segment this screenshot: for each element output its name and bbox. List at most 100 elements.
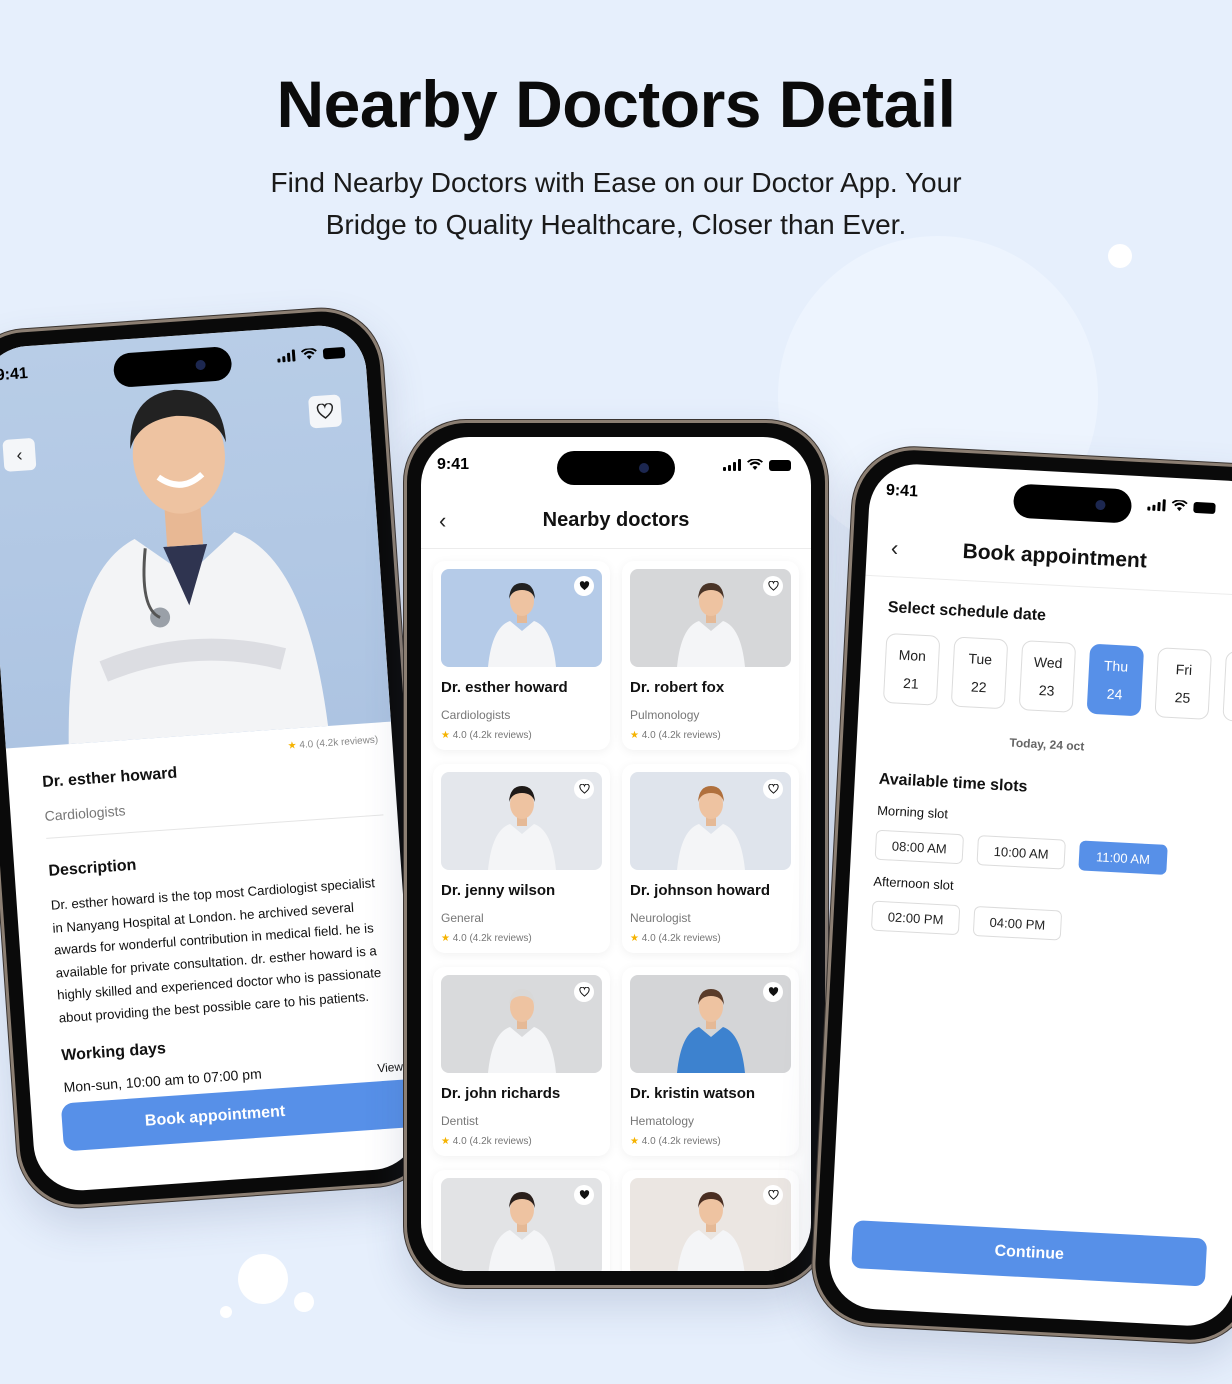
date-option[interactable]: Wed 23 [1018, 640, 1077, 713]
wifi-icon [300, 347, 317, 360]
doctor-portrait-illustration [488, 1192, 555, 1271]
rating: ★ 4.0 (4.2k reviews) [441, 933, 602, 944]
day-date: 22 [970, 678, 987, 696]
time-slot-button[interactable]: 08:00 AM [874, 829, 965, 865]
favorite-button[interactable] [763, 982, 783, 1002]
subtitle-line: Find Nearby Doctors with Ease on our Doc… [270, 167, 962, 198]
decorative-dot [220, 1306, 232, 1318]
favorite-button[interactable] [308, 394, 343, 429]
doctor-card[interactable]: Dr. jenny wilson General ★ 4.0 (4.2k revie… [433, 764, 610, 953]
schedule-heading: Select schedule date [887, 599, 1047, 625]
heart-outline-icon [578, 784, 590, 794]
heart-outline-icon [316, 402, 333, 419]
review-count: (4.2k reviews) [469, 1136, 532, 1147]
doctor-portrait-illustration [68, 389, 329, 745]
screen-title: Nearby doctors [542, 509, 690, 531]
doctor-photo [630, 975, 791, 1073]
phone-nearby-doctors: 9:41 ‹ Nearby doctors Dr. esther howard C… [404, 420, 828, 1288]
back-button[interactable]: ‹ [439, 508, 446, 534]
doctor-card[interactable]: Dr. esther howard Cardiologists ★ 4.0 (4.2… [433, 561, 610, 750]
doctor-card[interactable]: Dr. john richards Dentist ★ 4.0 (4.2k revi… [433, 967, 610, 1156]
review-count: (4.2k reviews) [658, 730, 721, 741]
doctor-name: Dr. esther howard [41, 764, 178, 792]
day-date: 24 [1106, 685, 1123, 703]
doctor-specialty: Dentist [441, 1114, 479, 1128]
page-title: Nearby Doctors Detail [276, 67, 956, 141]
rating-value: 4.0 [452, 933, 467, 944]
time-slot-button[interactable]: 02:00 PM [870, 900, 961, 936]
time-slots-heading: Available time slots [878, 770, 1028, 796]
doctor-portrait-illustration [487, 989, 556, 1073]
doctor-card[interactable] [433, 1170, 610, 1271]
doctor-card[interactable]: Dr. robert fox Pulmonology ★ 4.0 (4.2k rev… [622, 561, 799, 750]
afternoon-slots: 02:00 PM 04:00 PM [870, 900, 1232, 951]
day-date: 23 [1038, 682, 1055, 699]
favorite-button[interactable] [763, 576, 783, 596]
back-button[interactable]: ‹ [890, 535, 899, 561]
review-count: (4.2k reviews) [658, 1136, 721, 1147]
continue-button[interactable]: Continue [851, 1220, 1208, 1287]
rating-value: 4.0 [452, 1136, 467, 1147]
time-slot-button[interactable]: 04:00 PM [972, 905, 1063, 941]
heart-outline-icon [578, 987, 590, 997]
doctor-specialty: General [441, 911, 484, 925]
star-icon: ★ [441, 730, 450, 741]
date-option[interactable]: Tue 22 [950, 636, 1009, 710]
subtitle-line: Bridge to Quality Healthcare, Closer tha… [325, 209, 907, 240]
doctor-portrait-illustration [487, 583, 556, 667]
favorite-button[interactable] [574, 1185, 594, 1205]
doctor-specialty: Cardiologists [441, 708, 511, 722]
favorite-button[interactable] [574, 576, 594, 596]
decorative-dot [294, 1292, 314, 1312]
date-picker: Mon 21 Tue 22 Wed 23 Thu 24 Fri 25 Sat26 [882, 632, 1232, 724]
heart-outline-icon [767, 784, 779, 794]
rating-value: 4.0 [299, 739, 314, 752]
doctor-card[interactable]: Dr. kristin watson Hematology ★ 4.0 (4.2k … [622, 967, 799, 1156]
doctor-portrait-illustration [676, 583, 745, 667]
date-option[interactable]: Fri 25 [1154, 647, 1213, 720]
dynamic-island [557, 451, 675, 485]
rating-value: 4.0 [641, 730, 656, 741]
doctor-specialty: Pulmonology [630, 708, 700, 722]
signal-icon [723, 459, 741, 471]
doctor-specialty: Neurologist [630, 911, 691, 925]
date-option[interactable]: Mon 21 [882, 632, 941, 706]
date-option[interactable]: Thu 24 [1086, 643, 1145, 717]
doctor-photo [441, 569, 602, 667]
day-date: 25 [1174, 689, 1191, 706]
doctor-photo [441, 772, 602, 870]
battery-icon [1193, 501, 1216, 514]
screen: 9:41 ‹ ★ 4.0 (4.2k reviews) Dr. esther h… [0, 322, 423, 1194]
day-name: Wed [1033, 653, 1063, 672]
screen-title: Book appointment [962, 539, 1148, 572]
back-button[interactable]: ‹ [2, 437, 37, 472]
chevron-left-icon: ‹ [890, 534, 899, 560]
star-icon: ★ [630, 730, 639, 741]
doctor-name: Dr. esther howard [441, 679, 568, 696]
date-option[interactable]: Sat26 [1222, 650, 1232, 724]
heart-filled-icon [579, 581, 589, 591]
review-count: (4.2k reviews) [315, 734, 379, 750]
view-reviews-link[interactable]: View [377, 1060, 404, 1076]
decorative-dot [238, 1254, 288, 1304]
rating: ★ 4.0 (4.2k reviews) [441, 1136, 602, 1147]
rating: ★ 4.0 (4.2k reviews) [630, 933, 791, 944]
doctor-card[interactable] [622, 1170, 799, 1271]
favorite-button[interactable] [763, 1185, 783, 1205]
screen: 9:41 ‹ Nearby doctors Dr. esther howard C… [421, 437, 811, 1271]
status-time: 9:41 [437, 456, 470, 473]
time-slot-button[interactable]: 10:00 AM [976, 835, 1066, 870]
heart-filled-icon [768, 987, 778, 997]
doctor-grid: Dr. esther howard Cardiologists ★ 4.0 (4.2… [433, 561, 799, 1271]
favorite-button[interactable] [574, 779, 594, 799]
review-count: (4.2k reviews) [658, 933, 721, 944]
day-date: 21 [902, 674, 920, 692]
favorite-button[interactable] [574, 982, 594, 1002]
doctor-portrait-illustration [487, 786, 556, 870]
doctor-name: Dr. johnson howard [630, 882, 771, 899]
heart-filled-icon [579, 1190, 589, 1200]
time-slot-button[interactable]: 11:00 AM [1078, 840, 1168, 875]
favorite-button[interactable] [763, 779, 783, 799]
doctor-portrait-illustration [677, 1192, 744, 1271]
doctor-card[interactable]: Dr. johnson howard Neurologist ★ 4.0 (4.2k… [622, 764, 799, 953]
